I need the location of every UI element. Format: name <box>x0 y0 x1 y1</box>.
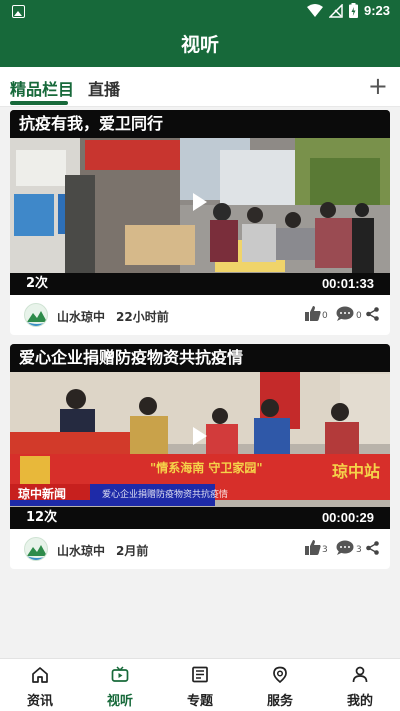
comment-button[interactable]: 3 <box>336 540 362 555</box>
like-count: 3 <box>322 545 328 555</box>
image-notification-icon <box>12 5 25 18</box>
video-card[interactable]: "情系海南 守卫家园" 琼中站 琼中新闻 爱心企业捐赠防疫物资共抗疫情 爱心企业… <box>10 344 390 569</box>
comment-button[interactable]: 0 <box>336 306 362 321</box>
comment-count: 3 <box>356 545 362 555</box>
comment-count: 0 <box>356 311 362 321</box>
nav-label: 我的 <box>346 694 373 709</box>
add-channel-icon[interactable]: + <box>368 74 388 98</box>
play-icon[interactable] <box>193 427 207 445</box>
person-icon <box>352 666 368 683</box>
banner-side-text: 琼中站 <box>331 462 380 481</box>
video-thumbnail[interactable]: "情系海南 守卫家园" 琼中站 琼中新闻 爱心企业捐赠防疫物资共抗疫情 爱心企业… <box>10 344 390 529</box>
thumbs-up-icon <box>305 540 321 555</box>
play-icon[interactable] <box>193 193 207 211</box>
bottom-navigation: 资讯 视听 专题 服务 我的 <box>0 658 400 711</box>
nav-item-services[interactable]: 服务 <box>250 666 310 709</box>
nav-item-profile[interactable]: 我的 <box>330 666 390 709</box>
nav-label: 专题 <box>186 694 213 709</box>
nav-item-news[interactable]: 资讯 <box>10 666 70 709</box>
video-meta: 山水琼中 22小时前 0 0 <box>10 295 390 335</box>
nav-label: 视听 <box>106 694 133 709</box>
home-icon <box>32 667 48 683</box>
source-name: 山水琼中 <box>57 544 106 558</box>
share-icon[interactable] <box>366 307 379 321</box>
like-button[interactable]: 3 <box>305 540 328 555</box>
page-title: 视听 <box>0 24 400 67</box>
video-thumbnail[interactable]: 抗疫有我，爱卫同行 2次 00:01:33 <box>10 110 390 295</box>
share-icon[interactable] <box>366 541 379 555</box>
battery-charging-icon <box>348 3 358 18</box>
banner-slogan: "情系海南 守卫家园" <box>150 461 263 475</box>
thumbs-up-icon <box>305 306 321 321</box>
channel-logo <box>24 537 48 561</box>
channel-logo <box>24 303 48 327</box>
video-title: 爱心企业捐赠防疫物资共抗疫情 <box>10 344 390 372</box>
news-logo: 琼中新闻 <box>18 487 67 501</box>
comment-icon <box>336 540 354 555</box>
active-tab-indicator <box>10 101 68 105</box>
view-count: 2次 <box>26 276 49 291</box>
comment-icon <box>336 306 354 321</box>
like-count: 0 <box>322 311 328 321</box>
video-title: 抗疫有我，爱卫同行 <box>10 110 390 138</box>
tab-bar: 精品栏目 直播 + <box>0 67 400 107</box>
video-duration: 00:00:29 <box>321 510 374 525</box>
source-name: 山水琼中 <box>57 310 106 324</box>
tab-live[interactable]: 直播 <box>88 76 120 100</box>
like-button[interactable]: 0 <box>305 306 328 321</box>
view-count: 12次 <box>26 510 58 525</box>
tab-featured[interactable]: 精品栏目 <box>10 76 74 100</box>
wifi-icon <box>306 3 323 17</box>
status-time: 9:23 <box>363 3 390 18</box>
video-meta: 山水琼中 2月前 3 3 <box>10 529 390 569</box>
nav-label: 服务 <box>266 694 293 709</box>
status-bar: 9:23 <box>0 0 400 24</box>
publish-time: 22小时前 <box>116 310 169 324</box>
no-signal-icon <box>328 3 343 18</box>
publish-time: 2月前 <box>116 544 149 558</box>
video-duration: 00:01:33 <box>321 276 374 291</box>
tv-icon <box>111 666 129 682</box>
nav-item-video[interactable]: 视听 <box>90 666 150 709</box>
nav-label: 资讯 <box>26 694 53 709</box>
nav-item-topics[interactable]: 专题 <box>170 666 230 709</box>
news-ticker: 爱心企业捐赠防疫物资共抗疫情 <box>102 490 229 500</box>
video-card[interactable]: 抗疫有我，爱卫同行 2次 00:01:33 山水琼中 22小时前 0 0 <box>10 110 390 335</box>
service-icon <box>273 666 287 684</box>
newspaper-icon <box>192 666 208 683</box>
